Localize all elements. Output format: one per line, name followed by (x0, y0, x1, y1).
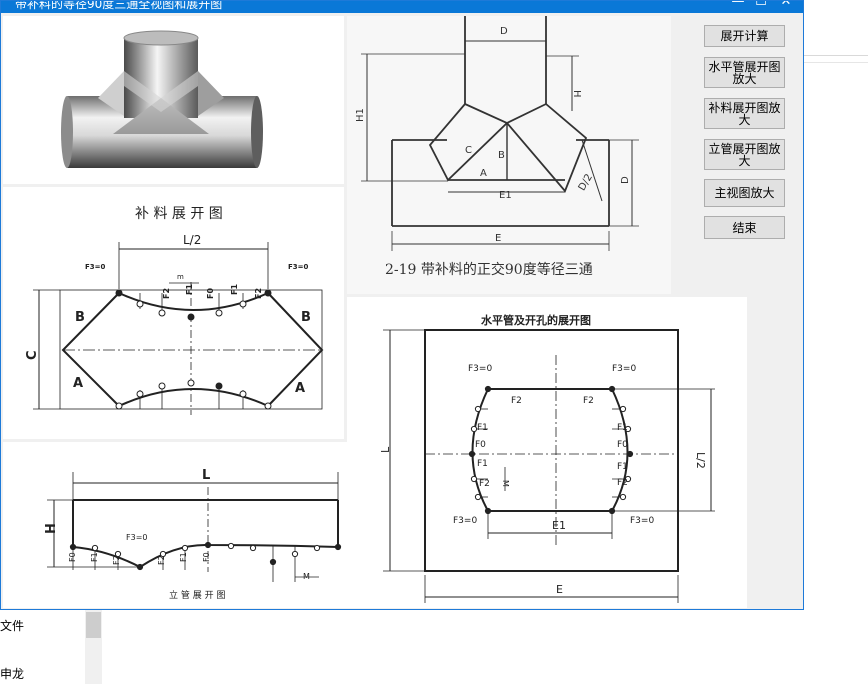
horizontal-zoom-button[interactable]: 水平管展开图放大 (704, 57, 785, 88)
vertical-label-f1-right: F1 (179, 552, 188, 562)
main-label-c: C (465, 145, 472, 156)
patch-label-f0: F0 (206, 288, 215, 299)
horizontal-label-right-f2: F2 (617, 478, 628, 488)
background-window (804, 0, 868, 684)
patch-label-a-left: A (73, 376, 83, 391)
vertical-label-f0-right: F0 (202, 552, 211, 562)
tee-3d-image (3, 16, 344, 184)
window-title: 带补料的等径90度三通全视图和展开图 (15, 1, 223, 11)
horizontal-label-f3-tr: F3=0 (612, 364, 636, 374)
main-label-d: D (500, 26, 508, 37)
main-label-e: E (495, 233, 501, 244)
vertical-label-f1-left: F1 (90, 552, 99, 562)
minimize-icon: — (731, 1, 745, 9)
close-button[interactable]: ✕ (771, 1, 801, 13)
patch-label-m: m (177, 273, 184, 281)
horizontal-label-left-f1a: F1 (477, 423, 488, 433)
horizontal-label-f2-right: F2 (583, 396, 594, 406)
vertical-label-f0-left: F0 (68, 552, 77, 562)
background-explorer (0, 610, 868, 684)
main-label-b: B (498, 150, 505, 161)
background-label-name[interactable]: 申龙 (0, 665, 24, 682)
horizontal-label-f3-bl: F3=0 (453, 516, 477, 526)
horizontal-label-f3-br: F3=0 (630, 516, 654, 526)
main-label-h: H (571, 90, 582, 98)
vertical-zoom-button[interactable]: 立管展开图放大 (704, 139, 785, 170)
patch-label-a-right: A (295, 381, 305, 396)
horizontal-label-left-f0: F0 (475, 440, 486, 450)
patch-label-f1-right: F1 (230, 284, 239, 295)
tee-3d-drawing (61, 30, 263, 168)
horizontal-label-f2-left: F2 (511, 396, 522, 406)
vertical-label-m: M (303, 572, 310, 581)
patch-label-b-left: B (75, 310, 85, 325)
end-button[interactable]: 结束 (704, 216, 785, 239)
patch-label-b-right: B (301, 310, 311, 325)
patch-label-f2-left: F2 (162, 288, 171, 299)
horizontal-development-drawing: 水平管及开孔的展开图 F3=0 F3=0 F3=0 F3=0 F2 F2 F1 … (347, 297, 747, 608)
horizontal-label-e: E (556, 583, 563, 596)
patch-label-f2-right: F2 (254, 288, 263, 299)
main-view-caption: 2-19 带补料的正交90度等径三通 (385, 261, 593, 278)
background-label-file[interactable]: 文件 (0, 617, 24, 634)
background-divider (804, 62, 868, 63)
patch-label-f3-left: F3=0 (85, 263, 106, 271)
main-label-d-right: D (620, 176, 631, 184)
patch-label-f1-left: F1 (185, 284, 194, 295)
app-window: 带补料的等径90度三通全视图和展开图 — ☐ ✕ D H H1 C B A D/… (0, 0, 804, 610)
background-divider (804, 55, 868, 56)
horizontal-label-right-f1a: F1 (617, 423, 628, 433)
horizontal-label-m: M (501, 480, 510, 487)
horizontal-label-left-f1b: F1 (477, 459, 488, 469)
patch-title: 补 料 展 开 图 (135, 206, 223, 222)
main-view-drawing: D H H1 C B A D/2 E1 E D 2-19 带补料的正交90度等径… (347, 16, 671, 294)
expand-calc-button[interactable]: 展开计算 (704, 25, 785, 47)
horizontal-label-f3-tl: F3=0 (468, 364, 492, 374)
horizontal-label-right-f1b: F1 (617, 462, 628, 472)
main-label-d2: D/2 (577, 172, 595, 193)
main-label-h1: H1 (355, 108, 366, 122)
main-label-e1: E1 (499, 190, 512, 201)
vertical-label-h: H (44, 523, 59, 534)
horizontal-label-l: L (379, 446, 392, 453)
background-scrollbar-thumb[interactable] (86, 612, 101, 638)
patch-label-l2: L/2 (183, 233, 201, 247)
title-bar[interactable]: 带补料的等径90度三通全视图和展开图 — ☐ ✕ (1, 1, 803, 13)
patch-label-f3-right: F3=0 (288, 263, 309, 271)
vertical-label-l: L (202, 468, 210, 483)
patch-development-drawing: 补 料 展 开 图 L/2 m C B B A A F3=0 F3=0 F2 F… (3, 187, 344, 439)
vertical-label-f2-left: F2 (112, 555, 121, 565)
vertical-label-f3: F3=0 (126, 533, 147, 542)
horizontal-label-l2: L/2 (694, 452, 707, 469)
vertical-development-drawing: L H F3=0 M F0 F1 F2 F2 F1 F0 立 管 展 开 图 (3, 442, 352, 608)
horizontal-label-left-f2: F2 (479, 479, 490, 489)
horizontal-title: 水平管及开孔的展开图 (481, 313, 591, 327)
vertical-label-f2-right: F2 (157, 555, 166, 565)
vertical-title: 立 管 展 开 图 (169, 589, 225, 601)
close-icon: ✕ (780, 1, 792, 9)
horizontal-label-right-f0: F0 (617, 440, 628, 450)
horizontal-label-e1: E1 (552, 519, 566, 532)
patch-zoom-button[interactable]: 补料展开图放大 (704, 98, 785, 129)
maximize-icon: ☐ (755, 1, 767, 9)
main-label-a: A (480, 168, 487, 179)
patch-label-c: C (25, 350, 40, 360)
main-view-zoom-button[interactable]: 主视图放大 (704, 179, 785, 207)
